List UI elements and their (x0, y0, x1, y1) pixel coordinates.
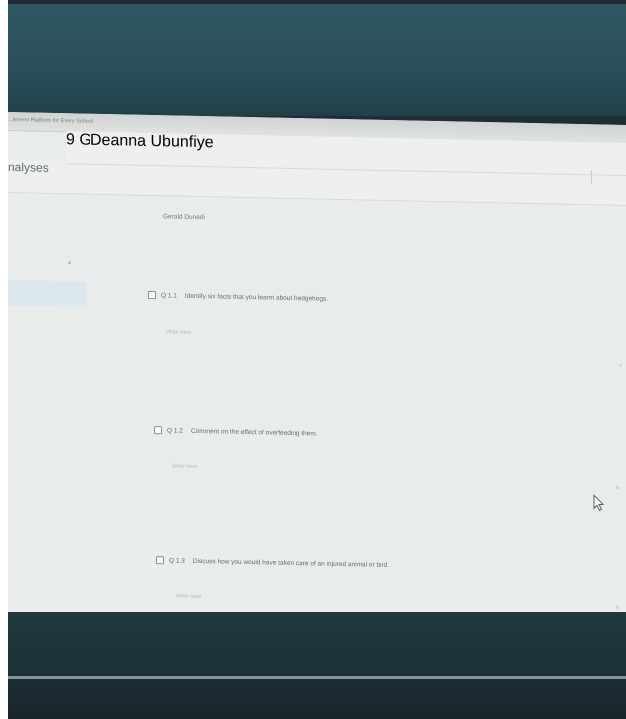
answer-field[interactable]: Write here (172, 463, 197, 470)
right-edge-mark: o (616, 484, 619, 491)
sidebar-dot (68, 261, 71, 265)
screen: ...lement Platform for Every School naly… (8, 112, 626, 625)
question-number: Q 1.3 (169, 556, 185, 565)
header-divider (591, 170, 592, 185)
sidebar-item-selected[interactable] (8, 280, 87, 308)
student-name: Gerald Dunedi (163, 213, 205, 222)
photo-left-edge (0, 0, 8, 719)
question-number: Q 1.2 (167, 426, 183, 435)
answer-field[interactable]: Write here (166, 329, 191, 336)
checkbox-icon[interactable] (148, 290, 156, 300)
question-1: Q 1.1 Identify six facts that you learnt… (148, 290, 328, 303)
bottom-light-line (8, 676, 626, 679)
right-edge-mark: r (620, 362, 622, 369)
question-text: Identify six facts that you learnt about… (184, 292, 328, 303)
right-edge-mark: n (616, 604, 619, 611)
browser-tab-title[interactable]: ...lement Platform for Every School (8, 117, 93, 125)
monitor-top-bezel (8, 4, 626, 116)
mouse-pointer-icon (593, 494, 605, 512)
monitor-bottom-bezel (8, 612, 626, 719)
question-2: Q 1.2 Comment on the effect of overfeedi… (154, 426, 318, 437)
question-number: Q 1.1 (161, 291, 177, 300)
question-3: Q 1.3 Discuss how you would have taken c… (156, 556, 389, 569)
answer-field[interactable]: Write here (176, 594, 201, 601)
checkbox-icon[interactable] (154, 426, 162, 435)
question-text: Comment on the effect of overfeeding the… (190, 427, 318, 437)
question-text: Discuss how you would have taken care of… (192, 557, 390, 569)
checkbox-icon[interactable] (156, 556, 164, 565)
